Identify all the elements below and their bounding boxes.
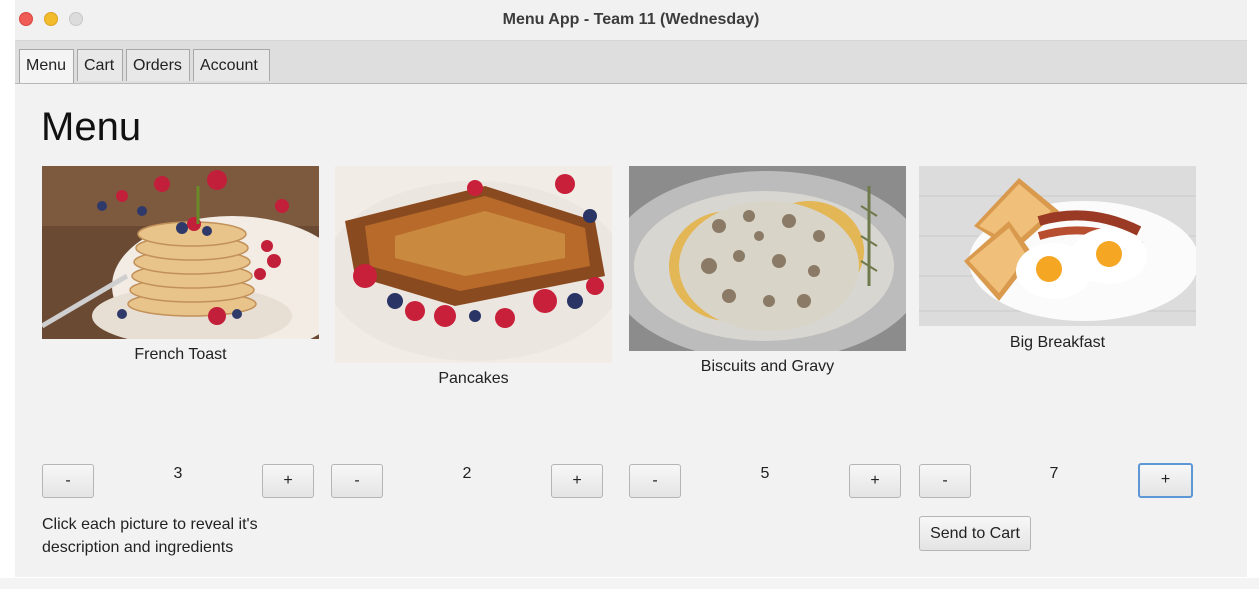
biscuits-and-gravy-image[interactable]: [629, 166, 906, 351]
increment-button[interactable]: +: [1138, 463, 1193, 498]
instruction-text: Click each picture to reveal it's descri…: [42, 516, 258, 556]
item-name: Big Breakfast: [1009, 334, 1106, 351]
quantity-value: 7: [1049, 465, 1059, 482]
french-toast-image[interactable]: [42, 166, 319, 339]
tab-orders[interactable]: Orders: [126, 49, 190, 81]
quantity-value: 2: [462, 465, 472, 482]
item-name: Pancakes: [438, 370, 509, 387]
app-window: Menu App - Team 11 (Wednesday) Menu Cart…: [15, 0, 1247, 577]
send-to-cart-button[interactable]: Send to Cart: [919, 516, 1031, 551]
item-name: French Toast: [134, 346, 227, 363]
decrement-button[interactable]: -: [629, 464, 681, 498]
window-title: Menu App - Team 11 (Wednesday): [502, 11, 760, 28]
decrement-button[interactable]: -: [331, 464, 383, 498]
background-window-edge: [0, 578, 1259, 589]
page-title: Menu: [41, 105, 142, 149]
tab-account[interactable]: Account: [193, 49, 270, 81]
item-name: Biscuits and Gravy: [700, 358, 835, 375]
increment-button[interactable]: +: [551, 464, 603, 498]
tab-bar: Menu Cart Orders Account: [15, 41, 1247, 84]
decrement-button[interactable]: -: [919, 464, 971, 498]
big-breakfast-image[interactable]: [919, 166, 1196, 326]
increment-button[interactable]: +: [262, 464, 314, 498]
title-bar: Menu App - Team 11 (Wednesday): [15, 0, 1247, 41]
pancakes-image[interactable]: [335, 166, 612, 363]
quantity-value: 5: [760, 465, 770, 482]
tab-cart[interactable]: Cart: [77, 49, 123, 81]
increment-button[interactable]: +: [849, 464, 901, 498]
quantity-value: 3: [173, 465, 183, 482]
decrement-button[interactable]: -: [42, 464, 94, 498]
tab-menu[interactable]: Menu: [19, 49, 74, 83]
